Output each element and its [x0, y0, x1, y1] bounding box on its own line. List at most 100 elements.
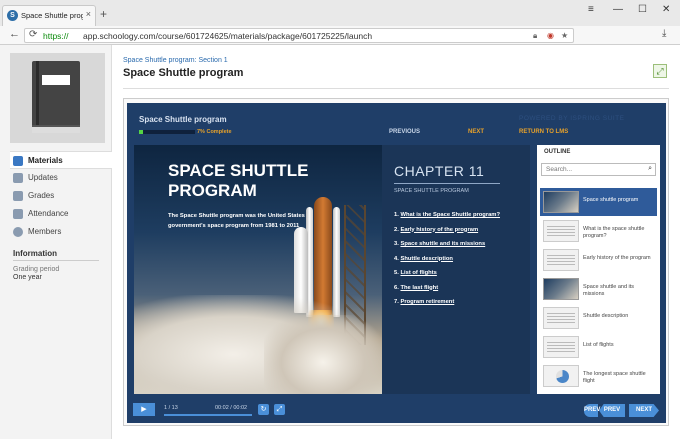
outline-heading: OUTLINE	[544, 149, 571, 155]
information-heading: Information	[13, 249, 57, 258]
information-divider	[13, 260, 99, 261]
outline-item[interactable]: List of flights	[540, 333, 657, 361]
slide-thumbnail	[543, 220, 579, 242]
grades-icon	[13, 191, 23, 201]
chapter-divider	[394, 183, 500, 184]
progress-bar	[139, 130, 195, 134]
chapter-list: 1. What is the Space Shuttle program? 2.…	[394, 212, 528, 314]
book-icon	[32, 61, 80, 133]
outline-search-input[interactable]: Search... ⌕	[541, 163, 656, 176]
outline-item[interactable]: Shuttle description	[540, 304, 657, 332]
progress-text: 7% Complete	[197, 129, 232, 135]
ispring-player: Space Shuttle program POWERED BY ISPRING…	[127, 103, 666, 423]
slide-thumbnail	[543, 249, 579, 271]
player-title: Space Shuttle program	[139, 115, 227, 124]
previous-link[interactable]: PREVIOUS	[389, 129, 420, 135]
player-controls: ▶ 1 / 13 00:02 / 00:02 ↻ ⤢ PREV PREV NEX…	[127, 399, 666, 423]
back-arrow-icon[interactable]: ←	[9, 28, 20, 40]
browser-menu-icon[interactable]: ≡	[588, 4, 594, 15]
grading-period-label: Grading period	[13, 266, 60, 273]
url-text: app.schoology.com/course/601724625/mater…	[83, 31, 373, 41]
chapter-link[interactable]: 2. Early history of the program	[394, 227, 528, 242]
address-bar: ← ⟳ https:// app.schoology.com/course/60…	[0, 26, 680, 45]
slide-thumbnail	[543, 191, 579, 213]
chapter-number: 6.	[394, 284, 399, 291]
updates-icon	[13, 173, 23, 183]
sidebar-item-updates[interactable]: Updates	[10, 169, 112, 187]
chapter-number: 3.	[394, 241, 399, 247]
slide-thumbnail	[543, 336, 579, 358]
play-button[interactable]: ▶	[133, 403, 155, 416]
slide-thumbnail	[543, 365, 579, 387]
breadcrumb[interactable]: Space Shuttle program: Section 1	[123, 57, 228, 64]
fullscreen-icon[interactable]: ⤢	[274, 404, 285, 415]
page-title: Space Shuttle program	[123, 67, 244, 79]
fullscreen-button[interactable]: ⤢	[653, 64, 667, 78]
close-window-button[interactable]: ✕	[662, 4, 670, 15]
chapter-number: 5.	[394, 270, 399, 276]
reload-icon[interactable]: ⟳	[29, 29, 37, 40]
sidebar-item-members[interactable]: Members	[10, 223, 112, 241]
materials-icon	[13, 156, 23, 166]
book-pages	[32, 125, 80, 133]
sidebar-item-label: Grades	[28, 191, 55, 200]
chapter-link[interactable]: 3. Space shuttle and its missions	[394, 241, 528, 256]
next-slide-button[interactable]: NEXT	[629, 404, 659, 417]
slide-title: SPACE SHUTTLE PROGRAM	[168, 161, 309, 200]
outline-item[interactable]: Early history of the program	[540, 246, 657, 274]
return-to-lms-link[interactable]: RETURN TO LMS	[519, 129, 568, 135]
outline-item[interactable]: Space shuttle program	[540, 188, 657, 216]
chapter-number: 2.	[394, 226, 399, 233]
browser-tab[interactable]: S Space Shuttle progra ×	[2, 5, 96, 26]
chapter-text[interactable]: The last flight	[400, 285, 438, 291]
chapter-link[interactable]: 1. What is the Space Shuttle program?	[394, 212, 528, 227]
chapter-number: 1.	[394, 212, 399, 218]
next-link[interactable]: NEXT	[468, 129, 484, 135]
outline-item-label: List of flights	[583, 342, 614, 348]
chapter-link[interactable]: 7. Program retirement	[394, 299, 528, 314]
outline-item[interactable]: The longest space shuttle flight	[540, 362, 657, 390]
chapter-link[interactable]: 5. List of flights	[394, 270, 528, 285]
chapter-text[interactable]: What is the Space Shuttle program?	[400, 212, 500, 218]
tab-close-icon[interactable]: ×	[86, 9, 91, 19]
slide-thumbnail	[543, 278, 579, 300]
course-picture	[10, 53, 105, 143]
book-label	[42, 75, 70, 85]
course-nav: Materials Updates Grades Attendance Memb…	[10, 151, 112, 241]
seek-bar[interactable]	[164, 414, 252, 416]
replay-icon[interactable]: ↻	[258, 404, 269, 415]
chapter-link[interactable]: 4. Shuttle description	[394, 256, 528, 271]
outline-item[interactable]: Space shuttle and its missions	[540, 275, 657, 303]
outline-item-label: Early history of the program	[583, 255, 651, 261]
url-input[interactable]: ⟳ https:// app.schoology.com/course/6017…	[24, 28, 574, 43]
prev-slide-button[interactable]: PREV	[599, 404, 625, 417]
search-icon[interactable]: ⌕	[648, 165, 652, 173]
chapter-text[interactable]: Shuttle description	[400, 256, 453, 262]
minimize-button[interactable]: —	[613, 4, 623, 15]
sidebar-item-grades[interactable]: Grades	[10, 187, 112, 205]
prev-button[interactable]: PREV	[584, 404, 600, 417]
sidebar-item-label: Attendance	[28, 209, 69, 218]
bookmark-star-icon[interactable]: ★	[561, 31, 568, 40]
new-tab-button[interactable]: +	[100, 8, 107, 20]
chapter-text[interactable]: List of flights	[400, 270, 436, 276]
outline-item-label: Space shuttle program	[583, 197, 639, 203]
grading-period-value: One year	[13, 274, 42, 281]
chapter-link[interactable]: 6. The last flight	[394, 285, 528, 300]
chapter-text[interactable]: Early history of the program	[400, 227, 478, 233]
lock-icon[interactable]: 🔒︎	[533, 31, 537, 41]
sidebar-item-materials[interactable]: Materials	[10, 151, 112, 169]
browser-tab-bar: S Space Shuttle progra × + ≡ — ☐ ✕	[0, 0, 680, 26]
download-icon[interactable]: ⤓	[662, 28, 666, 39]
outline-panel: OUTLINE Search... ⌕ Space shuttle progra…	[537, 145, 660, 394]
extension-icon[interactable]: ◉	[547, 31, 554, 40]
outline-item[interactable]: What is the space shuttle program?	[540, 217, 657, 245]
chapter-text[interactable]: Space shuttle and its missions	[400, 241, 485, 247]
sidebar-item-label: Updates	[28, 173, 58, 182]
chapter-text[interactable]: Program retirement	[400, 299, 454, 305]
schoology-favicon-icon: S	[7, 10, 18, 21]
chapter-number: 7.	[394, 299, 399, 305]
sidebar-item-attendance[interactable]: Attendance	[10, 205, 112, 223]
maximize-button[interactable]: ☐	[638, 4, 647, 15]
progress-fill	[139, 130, 143, 134]
